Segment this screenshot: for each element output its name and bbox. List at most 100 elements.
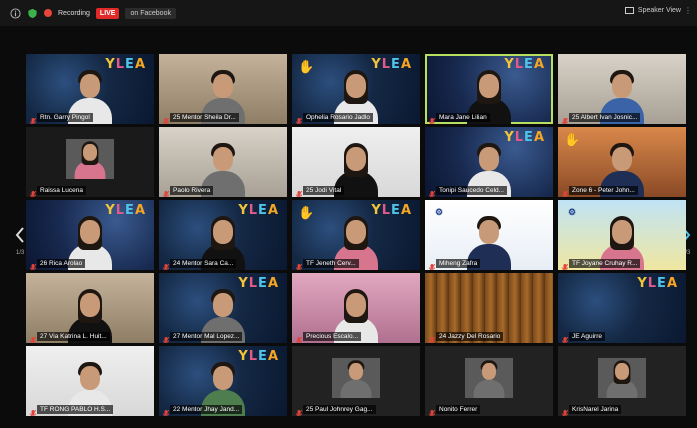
muted-mic-icon [163, 259, 170, 270]
participant-name: Precious Escalo... [303, 332, 362, 341]
raised-hand-icon: ✋ [298, 59, 315, 74]
profile-picture [598, 358, 646, 398]
participant-tile[interactable]: TF RONG PABLO H.S... [26, 346, 154, 416]
muted-mic-icon [562, 332, 569, 343]
participant-tile[interactable]: YLEA ✋ TF Jeneth Cerv... [292, 200, 420, 270]
muted-mic-icon [30, 405, 37, 416]
participant-name: Mara Jane Lilian [436, 113, 490, 122]
participant-tile[interactable]: ⚙ TF Joyane Cruhay R... [558, 200, 686, 270]
facebook-stream-label[interactable]: on Facebook [125, 7, 176, 19]
profile-picture [332, 358, 380, 398]
top-bar-left: Recording LIVE on Facebook [0, 7, 176, 19]
muted-mic-icon [163, 113, 170, 124]
muted-mic-icon [562, 405, 569, 416]
participant-name: TF RONG PABLO H.S... [37, 405, 114, 414]
muted-mic-icon [562, 113, 569, 124]
participant-video [473, 359, 505, 398]
muted-mic-icon [296, 332, 303, 343]
view-grid-icon [624, 7, 634, 14]
ylea-logo: YLEA [637, 276, 678, 291]
raised-hand-icon: ✋ [564, 132, 581, 147]
participant-name: 25 Paul Johnrey Gag... [303, 405, 376, 414]
participant-name: TF Joyane Cruhay R... [569, 259, 641, 268]
participant-name: Nonito Ferrer [436, 405, 481, 414]
participant-name: 27 Via Katrina L. Huit... [37, 332, 110, 341]
participant-name: Tonipi Saucedo Celd... [436, 186, 508, 195]
participant-tile[interactable]: 25 Albert Ivan Josnic... [558, 54, 686, 124]
meeting-top-bar: Recording LIVE on Facebook Speaker View … [0, 0, 697, 26]
participant-name: 24 Mentor Sara Ca... [170, 259, 237, 268]
participant-tile[interactable]: Paolo Rivera [159, 127, 287, 197]
participant-tile[interactable]: KrisNarel Jarina [558, 346, 686, 416]
participant-tile[interactable]: YLEA JE Aguirre [558, 273, 686, 343]
participant-tile[interactable]: 25 Paul Johnrey Gag... [292, 346, 420, 416]
participant-tile[interactable]: YLEA 26 Rica Arolao [26, 200, 154, 270]
participant-tile[interactable]: ⚙ Miheng Zafra [425, 200, 553, 270]
participant-name: Rtn. Garry Pingol [37, 113, 93, 122]
participant-name: 24 Jazzy Del Rosario [436, 332, 504, 341]
participant-video [74, 140, 106, 179]
participant-video [340, 359, 372, 398]
recording-label: Recording [58, 9, 90, 17]
muted-mic-icon [163, 405, 170, 416]
participant-tile[interactable]: YLEA Tonipi Saucedo Celd... [425, 127, 553, 197]
muted-mic-icon [30, 332, 37, 343]
rotary-logo: ⚙ [435, 208, 444, 218]
participant-tile[interactable]: Nonito Ferrer [425, 346, 553, 416]
participant-tile[interactable]: YLEA 27 Mentor Mal Lopez... [159, 273, 287, 343]
speaker-view-button[interactable]: Speaker View [624, 7, 681, 14]
speaker-view-label: Speaker View [637, 7, 681, 14]
muted-mic-icon [562, 186, 569, 197]
recording-icon [44, 9, 52, 17]
participant-name: TF Jeneth Cerv... [303, 259, 359, 268]
muted-mic-icon [429, 113, 436, 124]
muted-mic-icon [562, 259, 569, 270]
participant-name: JE Aguirre [569, 332, 605, 341]
muted-mic-icon [429, 332, 436, 343]
participant-tile[interactable]: YLEA ✋ Ophelia Rosario Jadlo [292, 54, 420, 124]
participant-name: Raissa Lucena [37, 186, 86, 195]
participant-name: Paolo Rivera [170, 186, 214, 195]
participant-tile[interactable]: 25 Jodi Vital [292, 127, 420, 197]
participant-name: 26 Rica Arolao [37, 259, 86, 268]
muted-mic-icon [163, 332, 170, 343]
participant-tile[interactable]: Raissa Lucena [26, 127, 154, 197]
participant-name: 22 Mentor Jhay Jand... [170, 405, 243, 414]
muted-mic-icon [296, 113, 303, 124]
live-badge[interactable]: LIVE [95, 7, 120, 19]
muted-mic-icon [30, 259, 37, 270]
previous-page-indicator: 1/3 [16, 250, 25, 256]
participant-tile[interactable]: YLEA 22 Mentor Jhay Jand... [159, 346, 287, 416]
muted-mic-icon [429, 186, 436, 197]
participant-tile[interactable]: YLEA Mara Jane Lilian [425, 54, 553, 124]
participant-name: 25 Jodi Vital [303, 186, 345, 195]
chevron-left-icon [15, 227, 24, 243]
participant-name: 27 Mentor Mal Lopez... [170, 332, 243, 341]
participant-tile[interactable]: YLEA Rtn. Garry Pingol [26, 54, 154, 124]
muted-mic-icon [296, 259, 303, 270]
muted-mic-icon [163, 186, 170, 197]
participant-name: 25 Albert Ivan Josnic... [569, 113, 641, 122]
muted-mic-icon [429, 405, 436, 416]
shield-icon[interactable] [27, 8, 38, 19]
muted-mic-icon [429, 259, 436, 270]
previous-page-arrow[interactable] [14, 220, 26, 250]
more-options-icon[interactable]: ⋮ [684, 6, 692, 15]
participant-tile[interactable]: 25 Mentor Sheila Dr... [159, 54, 287, 124]
profile-picture [465, 358, 513, 398]
participant-video [606, 359, 638, 398]
info-icon[interactable] [10, 7, 21, 19]
participant-name: Miheng Zafra [436, 259, 481, 268]
rotary-logo: ⚙ [568, 208, 577, 218]
participant-tile[interactable]: ✋ Zone 6 - Peter John... [558, 127, 686, 197]
participant-name: Zone 6 - Peter John... [569, 186, 638, 195]
participant-tile[interactable]: 27 Via Katrina L. Huit... [26, 273, 154, 343]
participant-tile[interactable]: Precious Escalo... [292, 273, 420, 343]
muted-mic-icon [30, 113, 37, 124]
profile-picture [66, 139, 114, 179]
participant-tile[interactable]: 24 Jazzy Del Rosario [425, 273, 553, 343]
participant-tile[interactable]: YLEA 24 Mentor Sara Ca... [159, 200, 287, 270]
muted-mic-icon [30, 186, 37, 197]
participant-gallery: YLEA Rtn. Garry Pingol 25 Mentor Sheila Dr… [26, 54, 686, 416]
muted-mic-icon [296, 405, 303, 416]
